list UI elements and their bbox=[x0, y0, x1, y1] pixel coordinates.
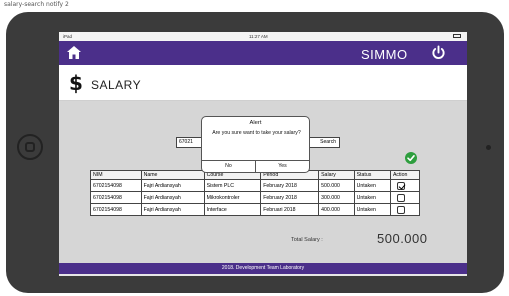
column-header: NIM bbox=[90, 170, 142, 180]
clock: 11:27 AM bbox=[249, 34, 268, 39]
action-checkbox[interactable] bbox=[396, 205, 405, 214]
app-footer: 2018. Development Team Laboratory bbox=[59, 263, 467, 274]
total-salary-label: Total Salary : bbox=[291, 237, 323, 243]
alert-actions: No Yes bbox=[202, 160, 309, 172]
nim-cell: 6702154098 bbox=[90, 179, 142, 192]
dollar-icon: $ bbox=[69, 71, 83, 95]
page-title: SALARY bbox=[91, 78, 142, 92]
course-cell: Sistem PLC bbox=[203, 179, 262, 192]
action-cell bbox=[389, 191, 421, 204]
app-header: SIMMO bbox=[59, 41, 467, 65]
status-bar: iPad 11:27 AM bbox=[59, 32, 467, 41]
action-cell bbox=[389, 203, 421, 216]
device-camera bbox=[486, 145, 491, 150]
name-cell: Fajri Ardiansyah bbox=[140, 179, 205, 192]
status-cell: Untaken bbox=[353, 179, 391, 192]
alert-message: Are you sure want to take your salary? bbox=[212, 130, 301, 136]
table-row: 6702154098 Fajri Ardiansyah Interface Fe… bbox=[90, 203, 421, 216]
alert-no-button[interactable]: No bbox=[202, 161, 255, 172]
alert-title: Alert bbox=[249, 120, 262, 126]
period-cell: February 2018 bbox=[260, 191, 320, 204]
nim-cell: 6702154098 bbox=[90, 203, 142, 216]
search-button[interactable]: Search bbox=[308, 137, 340, 148]
status-cell: Untaken bbox=[353, 203, 391, 216]
status-cell: Untaken bbox=[353, 191, 391, 204]
action-checkbox[interactable] bbox=[396, 181, 405, 190]
name-cell: Fajri Ardiansyah bbox=[140, 203, 205, 216]
action-cell bbox=[389, 179, 421, 192]
alert-yes-button[interactable]: Yes bbox=[255, 161, 309, 172]
salary-cell: 400.000 bbox=[318, 203, 355, 216]
table-row: 6702154098 Fajri Ardiansyah Mikrokontrol… bbox=[90, 191, 421, 204]
column-header: Status bbox=[353, 170, 391, 180]
nim-cell: 6702154098 bbox=[90, 191, 142, 204]
name-cell: Fajri Ardiansyah bbox=[140, 191, 205, 204]
period-cell: Februari 2018 bbox=[260, 203, 320, 216]
image-caption: salary-search notify 2 bbox=[4, 1, 69, 8]
period-cell: February 2018 bbox=[260, 179, 320, 192]
home-icon[interactable] bbox=[67, 46, 81, 59]
total-salary-value: 500.000 bbox=[377, 231, 428, 246]
salary-table: NIM Name Course Period Salary Status Act… bbox=[90, 170, 421, 216]
column-header: Name bbox=[140, 170, 205, 180]
app-screen: iPad 11:27 AM SIMMO $ SALARY 67021 Searc… bbox=[59, 32, 467, 276]
course-cell: Interface bbox=[203, 203, 262, 216]
salary-cell: 500.000 bbox=[318, 179, 355, 192]
alert-dialog: Alert Are you sure want to take your sal… bbox=[201, 116, 310, 173]
carrier-label: iPad bbox=[63, 34, 73, 39]
check-circle-icon bbox=[405, 152, 417, 164]
battery-icon bbox=[453, 34, 461, 38]
table-row: 6702154098 Fajri Ardiansyah Sistem PLC F… bbox=[90, 179, 421, 192]
column-header: Salary bbox=[318, 170, 355, 180]
salary-cell: 300.000 bbox=[318, 191, 355, 204]
device-home-button[interactable] bbox=[17, 134, 43, 160]
column-header: Action bbox=[389, 170, 421, 180]
page-title-bar: $ SALARY bbox=[59, 65, 467, 101]
course-cell: Mikrokontroler bbox=[203, 191, 262, 204]
app-brand: SIMMO bbox=[361, 47, 408, 62]
power-icon[interactable] bbox=[431, 45, 446, 60]
action-checkbox[interactable] bbox=[396, 193, 405, 202]
